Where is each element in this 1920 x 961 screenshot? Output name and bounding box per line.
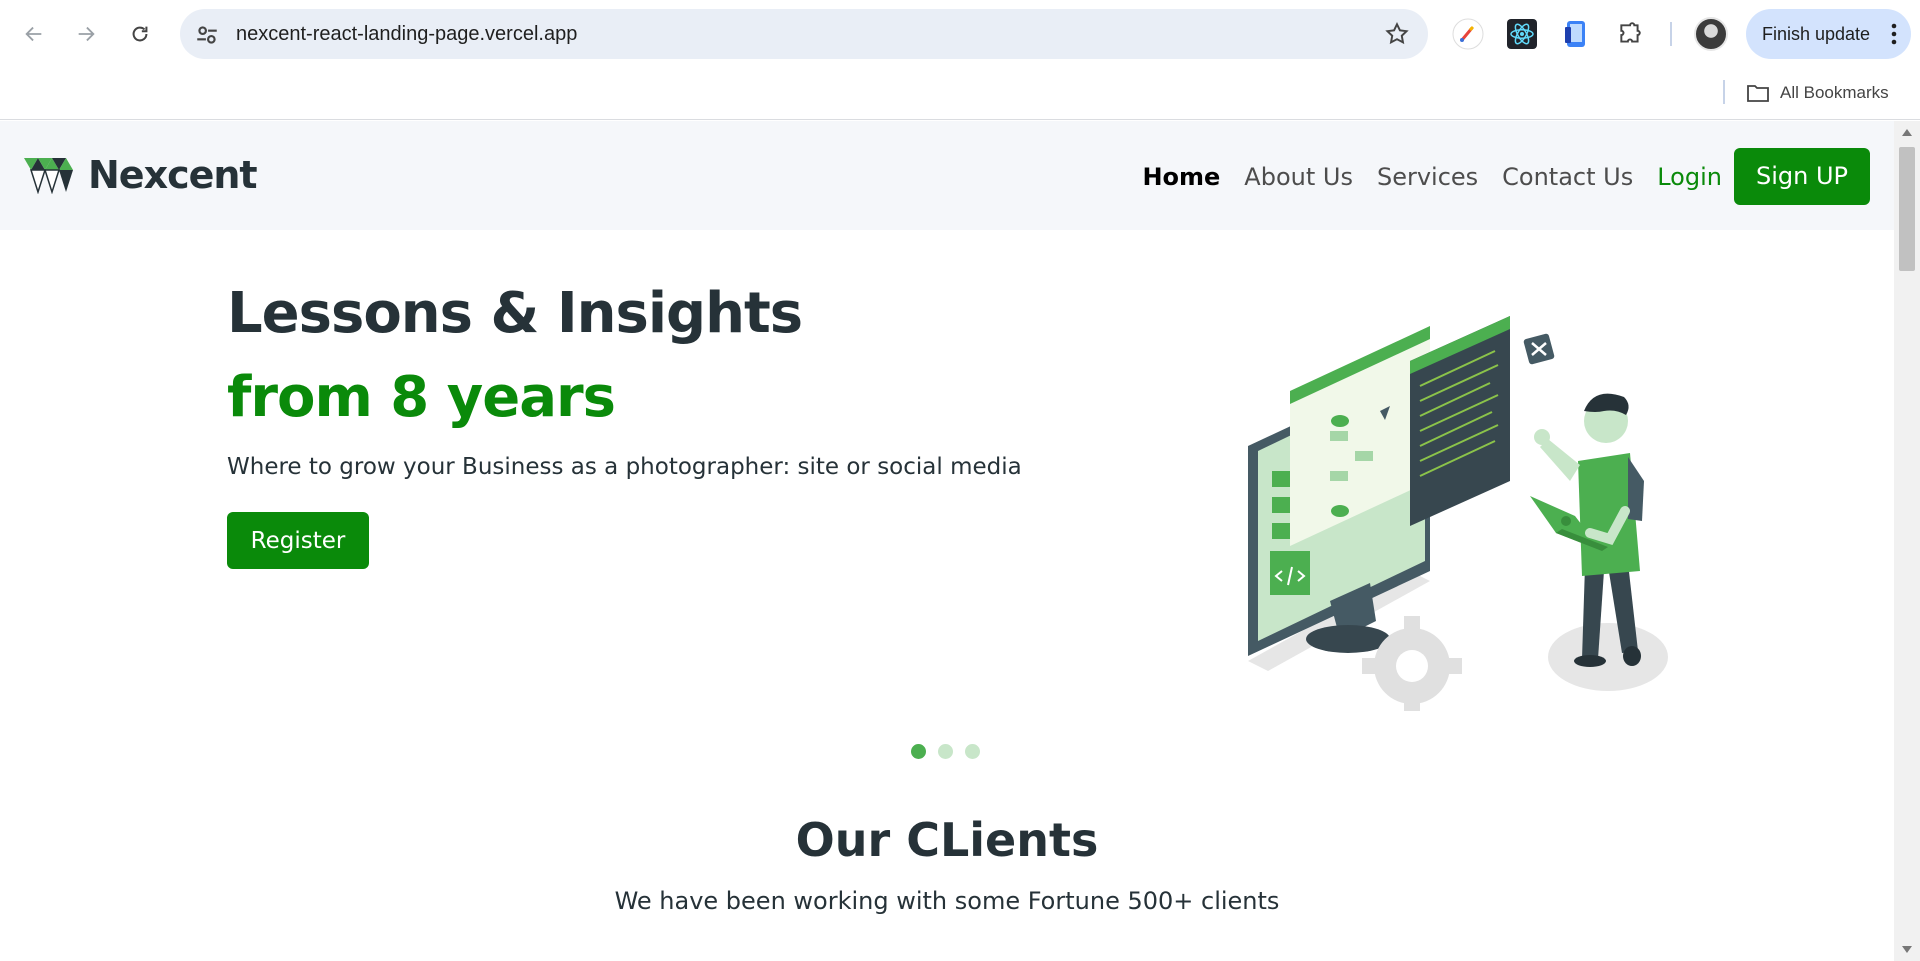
- bookmarks-bar: All Bookmarks: [0, 68, 1920, 120]
- profile-avatar[interactable]: [1694, 17, 1728, 51]
- bookmarks-divider: [1723, 80, 1725, 104]
- extensions-puzzle-icon: [1620, 22, 1641, 43]
- back-arrow-icon: [25, 26, 42, 42]
- nav-contact[interactable]: Contact Us: [1502, 163, 1633, 191]
- browser-toolbar: nexcent-react-landing-page.vercel.app Fi…: [0, 0, 1920, 68]
- carousel-dot-2[interactable]: [938, 744, 953, 759]
- forward-button[interactable]: [66, 14, 106, 54]
- more-vert-icon[interactable]: [1891, 23, 1897, 45]
- finish-update-label: Finish update: [1762, 23, 1871, 44]
- hero-title: Lessons & Insights: [227, 281, 803, 346]
- nexcent-logo-icon: [24, 158, 73, 194]
- hero-accent-title: from 8 years: [227, 365, 616, 430]
- clients-section-title: Our CLients: [795, 813, 1099, 867]
- all-bookmarks-label: All Bookmarks: [1780, 83, 1889, 102]
- register-button[interactable]: Register: [227, 512, 369, 569]
- reload-icon: [132, 26, 148, 42]
- carousel-dot-3[interactable]: [965, 744, 980, 759]
- color-picker-extension-icon: [1452, 18, 1484, 50]
- color-picker-extension[interactable]: [1451, 17, 1485, 51]
- extensions-button[interactable]: [1613, 17, 1647, 51]
- address-bar[interactable]: nexcent-react-landing-page.vercel.app: [180, 9, 1428, 59]
- nav-home[interactable]: Home: [1142, 163, 1220, 191]
- folder-icon: [1747, 85, 1769, 102]
- site-header: Nexcent Home About Us Services Contact U…: [0, 121, 1894, 230]
- page-scrollbar[interactable]: [1894, 121, 1920, 961]
- reload-button[interactable]: [120, 14, 160, 54]
- carousel-indicators: [911, 744, 980, 759]
- scrollbar-thumb[interactable]: [1899, 147, 1915, 271]
- signup-button[interactable]: Sign UP: [1733, 148, 1870, 205]
- nav-about[interactable]: About Us: [1244, 163, 1353, 191]
- finish-update-button[interactable]: Finish update: [1746, 9, 1911, 59]
- back-button[interactable]: [14, 14, 54, 54]
- react-devtools-extension[interactable]: [1505, 17, 1539, 51]
- main-nav: Home About Us Services Contact Us Login …: [1142, 148, 1870, 205]
- nav-login[interactable]: Login: [1657, 163, 1722, 191]
- react-devtools-icon: [1507, 19, 1537, 49]
- hero-illustration: [1248, 316, 1668, 711]
- scroll-up-arrow[interactable]: [1902, 129, 1912, 136]
- clients-section-subtitle: We have been working with some Fortune 5…: [614, 887, 1280, 915]
- scroll-down-arrow[interactable]: [1902, 946, 1912, 953]
- forward-arrow-icon: [78, 26, 95, 42]
- site-settings-icon[interactable]: [194, 22, 220, 48]
- toolbar-divider: [1670, 22, 1672, 46]
- page-viewport: Nexcent Home About Us Services Contact U…: [0, 121, 1894, 961]
- nav-services[interactable]: Services: [1377, 163, 1478, 191]
- hero-subtitle: Where to grow your Business as a photogr…: [227, 454, 1022, 480]
- url-text[interactable]: nexcent-react-landing-page.vercel.app: [236, 9, 577, 59]
- device-extension-icon: [1565, 21, 1585, 47]
- device-extension[interactable]: [1559, 17, 1593, 51]
- carousel-dot-1[interactable]: [911, 744, 926, 759]
- bookmark-star-icon[interactable]: [1384, 21, 1410, 47]
- all-bookmarks-button[interactable]: All Bookmarks: [1746, 76, 1889, 110]
- site-logo[interactable]: Nexcent: [24, 153, 258, 197]
- logo-text: Nexcent: [88, 153, 258, 197]
